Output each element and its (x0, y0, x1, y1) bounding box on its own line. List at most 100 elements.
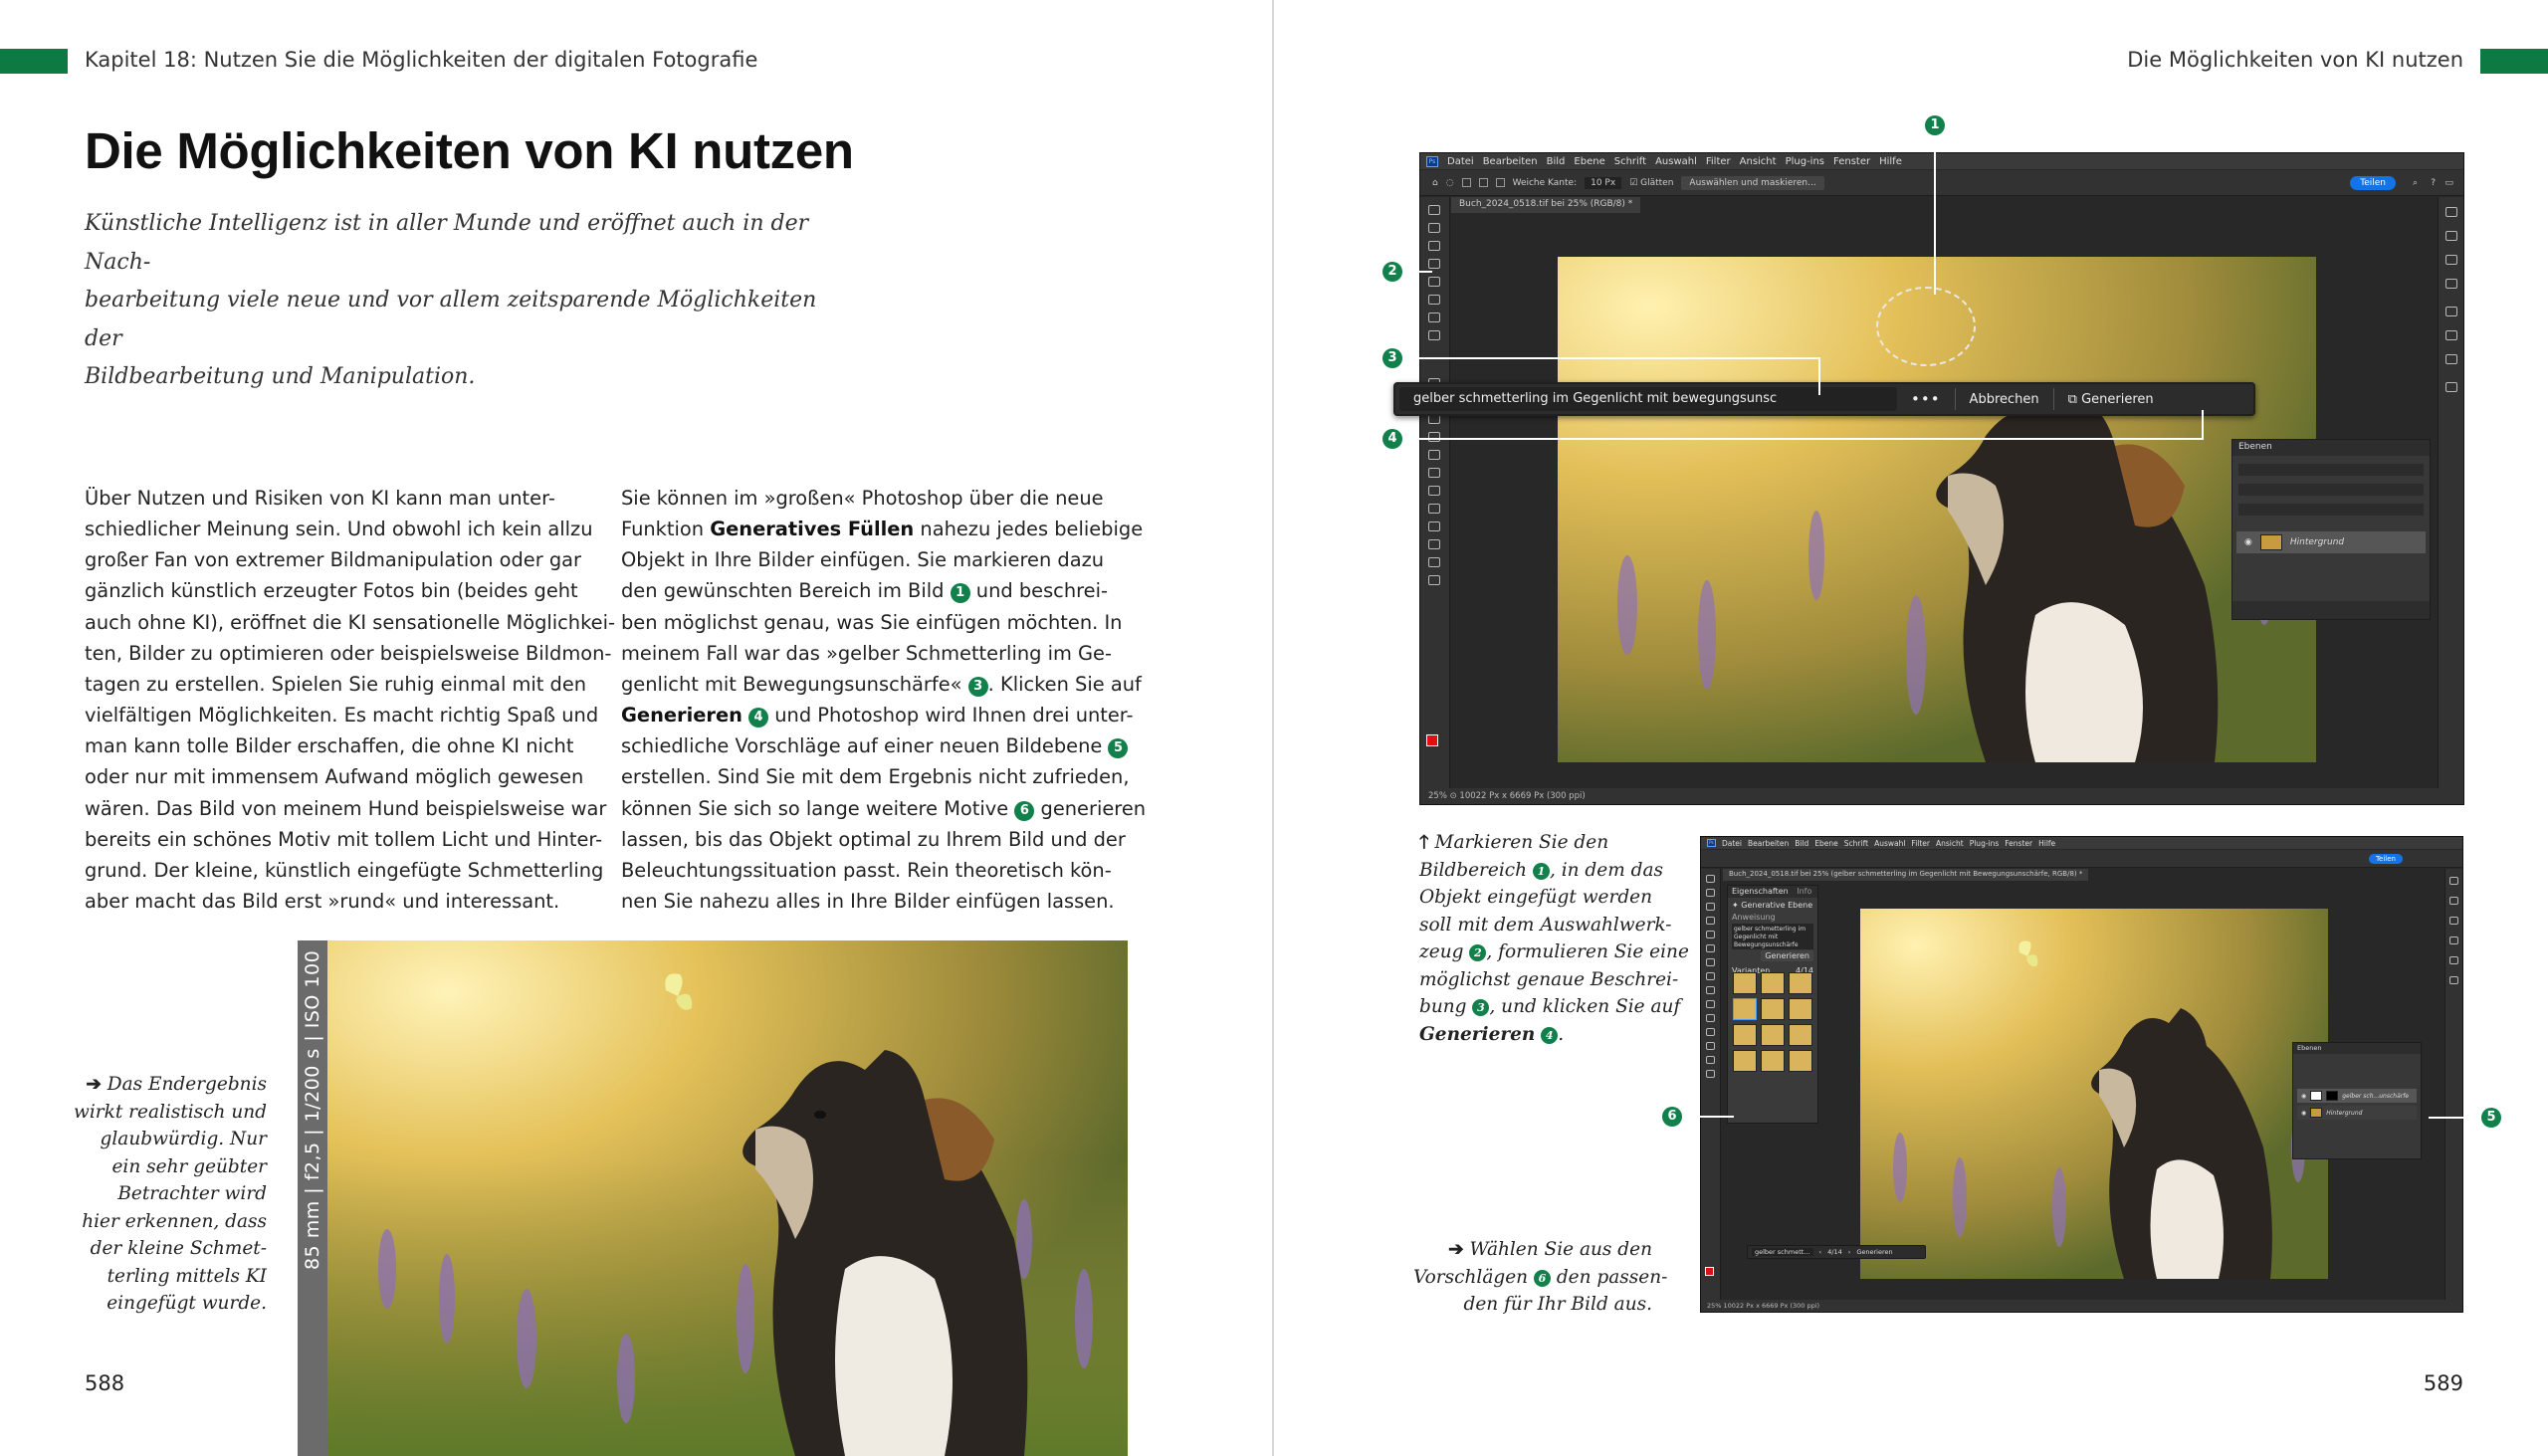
ps-canvas[interactable] (1860, 909, 2328, 1279)
shape-tool-icon[interactable] (1428, 539, 1440, 549)
eyedropper-tool-icon[interactable] (1428, 295, 1440, 305)
hand-tool-icon[interactable] (1706, 1056, 1715, 1064)
selection-mode-icon[interactable] (1461, 178, 1471, 187)
select-mask-button[interactable]: Auswählen und maskieren... (1681, 175, 1824, 190)
move-tool-icon[interactable] (1706, 875, 1715, 883)
generate-button[interactable]: Generieren (1732, 950, 1813, 961)
gradient-tool-icon[interactable] (1428, 432, 1440, 442)
prompt-chip[interactable]: gelber schmett... (1752, 1248, 1813, 1256)
type-tool-icon[interactable] (1706, 1042, 1715, 1050)
document-tab[interactable]: Buch_2024_0518.tif bei 25% (RGB/8) * (1451, 197, 1641, 213)
panel-icon[interactable] (2445, 207, 2457, 217)
menu-item[interactable]: Datei (1447, 156, 1474, 167)
prompt-textarea[interactable]: gelber schmetterling im Gegenlicht mit B… (1732, 924, 1813, 949)
layer-background[interactable]: ◉ Hintergrund (2236, 531, 2426, 553)
variant-thumbnail[interactable] (1789, 1024, 1812, 1046)
panel-icon[interactable] (2449, 897, 2458, 905)
foreground-color-icon[interactable] (1426, 734, 1438, 746)
ps-canvas[interactable] (1558, 257, 2316, 762)
variant-thumbnail[interactable] (1761, 972, 1785, 994)
variant-thumbnail[interactable] (1733, 972, 1757, 994)
menu-item[interactable]: Bearbeiten (1748, 839, 1789, 848)
selection-marquee[interactable] (1876, 287, 1976, 366)
lasso-tool-icon[interactable] (1706, 903, 1715, 911)
eyedropper-tool-icon[interactable] (1706, 944, 1715, 952)
menu-item[interactable]: Fenster (2005, 839, 2032, 848)
search-icon[interactable]: ⌕ (2413, 178, 2418, 188)
eye-icon[interactable]: ◉ (2244, 537, 2252, 547)
crop-tool-icon[interactable] (1428, 277, 1440, 287)
panel-icon[interactable] (2449, 956, 2458, 964)
menu-item[interactable]: Auswahl (1655, 156, 1697, 167)
tab-properties[interactable]: Eigenschaften (1732, 887, 1789, 896)
variant-thumbnail[interactable] (1761, 1024, 1785, 1046)
layers-panel-icon[interactable] (2445, 382, 2457, 392)
brush-tool-icon[interactable] (1428, 330, 1440, 340)
path-select-icon[interactable] (1428, 521, 1440, 531)
panel-icon[interactable] (2449, 936, 2458, 944)
menu-item[interactable]: Datei (1722, 839, 1742, 848)
panel-icon[interactable] (2445, 307, 2457, 316)
marquee-tool-icon[interactable] (1428, 223, 1440, 233)
move-tool-icon[interactable] (1428, 205, 1440, 215)
variant-thumbnail[interactable] (1733, 1024, 1757, 1046)
panel-icon[interactable] (2445, 279, 2457, 289)
zoom-tool-icon[interactable] (1706, 1070, 1715, 1078)
menu-item[interactable]: Plug-ins (1970, 839, 2000, 848)
panel-icon[interactable] (2449, 877, 2458, 885)
prompt-input[interactable]: gelber schmetterling im Gegenlicht mit b… (1399, 387, 1897, 411)
document-tab[interactable]: Buch_2024_0518.tif bei 25% (gelber schme… (1723, 869, 2089, 881)
menu-item[interactable]: Bearbeiten (1483, 156, 1538, 167)
brush-tool-icon[interactable] (1706, 972, 1715, 980)
home-icon[interactable]: ⌂ (1432, 178, 1438, 188)
panel-icon[interactable] (2445, 231, 2457, 241)
lasso-tool-icon[interactable] (1428, 241, 1440, 251)
generate-button[interactable]: ⧉ Generieren (2054, 392, 2168, 407)
antialias-checkbox[interactable]: ☑ Glätten (1629, 178, 1673, 188)
layer-background[interactable]: ◉ Hintergrund (2297, 1106, 2417, 1120)
tab-info[interactable]: Info (1797, 887, 1811, 896)
lock-options[interactable] (2238, 504, 2424, 516)
share-button[interactable]: Teilen (2368, 853, 2403, 864)
panel-icon[interactable] (2445, 255, 2457, 265)
menu-item[interactable]: Bild (1547, 156, 1566, 167)
menu-item[interactable]: Fenster (1833, 156, 1870, 167)
panel-icon[interactable] (2445, 354, 2457, 364)
healing-tool-icon[interactable] (1706, 958, 1715, 966)
menu-item[interactable]: Schrift (1844, 839, 1868, 848)
blur-tool-icon[interactable] (1428, 450, 1440, 460)
foreground-color-icon[interactable] (1705, 1267, 1714, 1276)
layer-filter[interactable] (2238, 464, 2424, 476)
variant-thumbnail[interactable] (1789, 998, 1812, 1020)
cancel-button[interactable]: Abbrechen (1956, 392, 2053, 407)
menu-item[interactable]: Filter (1706, 156, 1731, 167)
menu-item[interactable]: Schrift (1614, 156, 1646, 167)
panel-icon[interactable] (2449, 917, 2458, 925)
next-variant-icon[interactable]: › (1848, 1248, 1851, 1256)
menu-item[interactable]: Hilfe (2038, 839, 2055, 848)
variant-thumbnail[interactable] (1761, 1050, 1785, 1072)
variant-thumbnail[interactable] (1761, 998, 1785, 1020)
generate-button[interactable]: Generieren (1856, 1248, 1892, 1256)
help-icon[interactable]: ? (2431, 178, 2436, 188)
variant-thumbnail[interactable] (1789, 972, 1812, 994)
more-options-icon[interactable]: ••• (1897, 390, 1955, 408)
eye-icon[interactable]: ◉ (2301, 1110, 2306, 1117)
workspace-icon[interactable]: ▭ (2444, 178, 2453, 188)
share-button[interactable]: Teilen (2350, 175, 2396, 190)
dodge-tool-icon[interactable] (1428, 468, 1440, 478)
eraser-tool-icon[interactable] (1706, 1000, 1715, 1008)
layer-generative[interactable]: ◉ gelber sch...unschärfe (2297, 1089, 2417, 1103)
selection-mode-icon[interactable] (1478, 178, 1488, 187)
selection-mode-icon[interactable] (1495, 178, 1505, 187)
zoom-tool-icon[interactable] (1428, 575, 1440, 585)
blend-mode-select[interactable] (2238, 484, 2424, 496)
marquee-tool-icon[interactable] (1706, 889, 1715, 897)
quick-select-tool-icon[interactable] (1706, 917, 1715, 925)
panel-icon[interactable] (2445, 330, 2457, 340)
menu-item[interactable]: Ansicht (1740, 156, 1777, 167)
clone-tool-icon[interactable] (1706, 986, 1715, 994)
menu-item[interactable]: Filter (1911, 839, 1930, 848)
variant-thumbnail[interactable] (1733, 1050, 1757, 1072)
eye-icon[interactable]: ◉ (2301, 1093, 2306, 1100)
